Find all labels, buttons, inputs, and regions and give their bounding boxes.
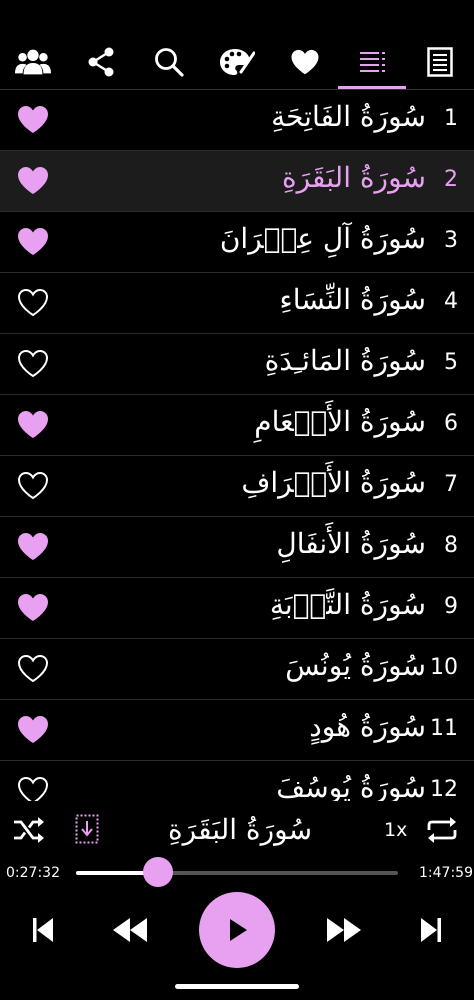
play-icon [230, 919, 247, 941]
surah-row[interactable]: سُورَةُ النِّسَاءِ 4 [0, 273, 474, 334]
shuffle-icon[interactable] [12, 815, 46, 845]
surah-number: 4 [444, 289, 458, 314]
heart-outline-icon[interactable] [17, 471, 49, 501]
surah-name: سُورَةُ الأَنۡعَامِ [254, 405, 426, 438]
surah-name: سُورَةُ يُونُسَ [285, 649, 426, 682]
rewind-icon[interactable] [110, 915, 150, 945]
surah-row[interactable]: سُورَةُ الأَنۡعَامِ 6 [0, 395, 474, 456]
download-icon[interactable] [74, 813, 100, 845]
surah-list[interactable]: سُورَةُ الفَاتِحَةِ 1 سُورَةُ البَقَرَةِ 2 س… [0, 90, 474, 801]
surah-number: 7 [444, 472, 458, 497]
heart-outline-icon[interactable] [17, 349, 49, 379]
favorites-heart-icon[interactable] [287, 44, 323, 80]
surah-name: سُورَةُ يُوسُفَ [276, 771, 426, 801]
total-duration: 1:47:59 [419, 865, 473, 881]
seek-bar-track[interactable] [76, 871, 398, 875]
playback-speed[interactable]: 1x [384, 819, 407, 841]
heart-filled-icon[interactable] [17, 410, 49, 440]
now-playing-title: سُورَةُ البَقَرَةِ [167, 813, 313, 846]
group-icon[interactable] [15, 44, 51, 80]
surah-row[interactable]: سُورَةُ البَقَرَةِ 2 [0, 151, 474, 212]
surah-row[interactable]: سُورَةُ الأَنفَالِ 8 [0, 517, 474, 578]
heart-outline-icon[interactable] [17, 654, 49, 684]
heart-outline-icon[interactable] [17, 776, 49, 801]
play-button[interactable] [199, 892, 275, 968]
surah-name: سُورَةُ هُودٍ [309, 710, 426, 743]
surah-name: سُورَةُ الفَاتِحَةِ [271, 100, 426, 133]
palette-icon[interactable] [219, 44, 255, 80]
surah-number: 9 [444, 594, 458, 619]
list-icon[interactable] [355, 44, 391, 80]
surah-number: 11 [430, 716, 458, 741]
surah-row[interactable]: سُورَةُ الفَاتِحَةِ 1 [0, 90, 474, 151]
surah-row[interactable]: سُورَةُ المَائـِدَةِ 5 [0, 334, 474, 395]
heart-filled-icon[interactable] [17, 105, 49, 135]
notes-icon[interactable] [422, 44, 458, 80]
surah-number: 10 [430, 655, 458, 680]
surah-number: 3 [444, 228, 458, 253]
surah-name: سُورَةُ البَقَرَةِ [281, 161, 426, 194]
surah-number: 6 [444, 411, 458, 436]
surah-name: سُورَةُ المَائـِدَةِ [264, 344, 426, 377]
heart-outline-icon[interactable] [17, 288, 49, 318]
heart-filled-icon[interactable] [17, 532, 49, 562]
home-indicator [175, 984, 299, 989]
surah-name: سُورَةُ النِّسَاءِ [279, 283, 426, 316]
surah-number: 1 [444, 106, 458, 131]
elapsed-time: 0:27:32 [6, 865, 60, 881]
surah-row[interactable]: سُورَةُ يُوسُفَ 12 [0, 761, 474, 801]
surah-name: سُورَةُ التَّوۡبَةِ [269, 588, 426, 621]
fast-forward-icon[interactable] [324, 915, 364, 945]
surah-name: سُورَةُ آلِ عِمۡرَانَ [219, 222, 426, 255]
top-toolbar [0, 0, 474, 90]
heart-filled-icon[interactable] [17, 715, 49, 745]
surah-row[interactable]: سُورَةُ آلِ عِمۡرَانَ 3 [0, 212, 474, 273]
search-icon[interactable] [151, 44, 187, 80]
share-icon[interactable] [83, 44, 119, 80]
surah-number: 2 [444, 167, 458, 192]
surah-row[interactable]: سُورَةُ الأَعۡرَافِ 7 [0, 456, 474, 517]
repeat-icon[interactable] [426, 815, 458, 845]
audio-player: سُورَةُ البَقَرَةِ 1x 0:27:32 1:47:59 [0, 801, 474, 1000]
surah-row[interactable]: سُورَةُ هُودٍ 11 [0, 700, 474, 761]
seek-bar-handle[interactable] [143, 857, 174, 887]
skip-next-icon[interactable] [416, 915, 446, 945]
surah-number: 12 [430, 777, 458, 801]
surah-name: سُورَةُ الأَنفَالِ [276, 527, 426, 560]
heart-filled-icon[interactable] [17, 227, 49, 257]
surah-number: 8 [444, 533, 458, 558]
surah-number: 5 [444, 350, 458, 375]
surah-name: سُورَةُ الأَعۡرَافِ [241, 466, 426, 499]
surah-row[interactable]: سُورَةُ يُونُسَ 10 [0, 639, 474, 700]
heart-filled-icon[interactable] [17, 593, 49, 623]
surah-row[interactable]: سُورَةُ التَّوۡبَةِ 9 [0, 578, 474, 639]
heart-filled-icon[interactable] [17, 166, 49, 196]
skip-previous-icon[interactable] [28, 915, 58, 945]
